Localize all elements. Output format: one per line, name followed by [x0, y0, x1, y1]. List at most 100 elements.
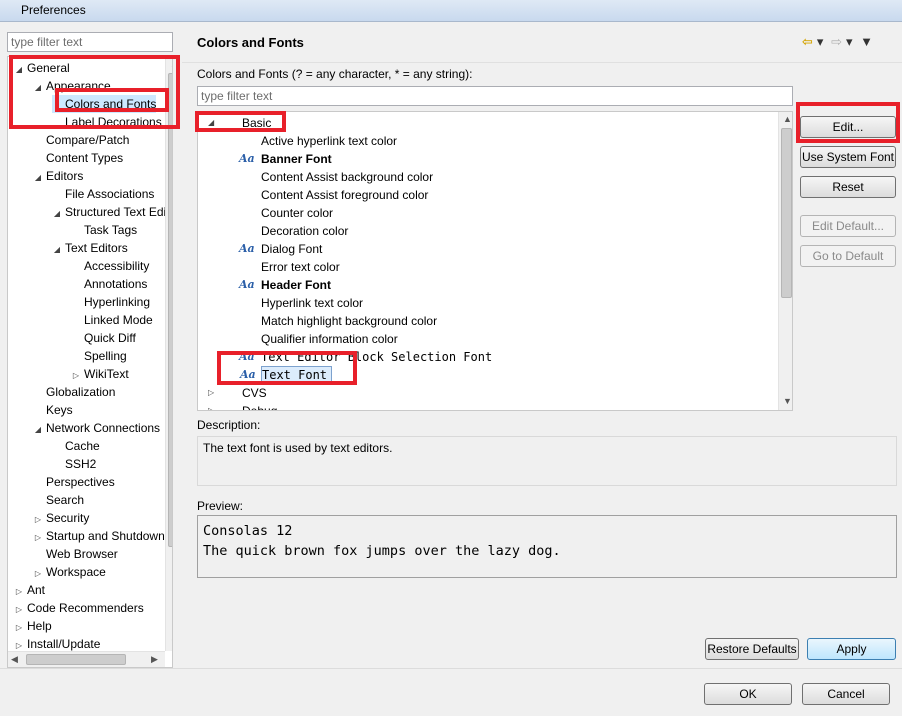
view-menu-icon[interactable]: ▼: [860, 34, 873, 49]
go-to-default-button[interactable]: Go to Default: [800, 245, 896, 267]
scroll-up-icon[interactable]: ▲: [170, 59, 172, 69]
tree-item[interactable]: Compare/Patch: [33, 131, 129, 149]
expanded-arrow-icon[interactable]: ◢: [52, 205, 62, 223]
font-color-item[interactable]: Decoration color: [261, 222, 348, 240]
tree-item[interactable]: ▷ Workspace: [33, 563, 106, 581]
font-color-item[interactable]: ▷ Debug: [208, 402, 277, 410]
tree-item[interactable]: SSH2: [52, 455, 96, 473]
tree-item-label: SSH2: [65, 457, 97, 471]
expanded-arrow-icon[interactable]: ◢: [52, 241, 62, 259]
tree-item[interactable]: Accessibility: [71, 257, 149, 275]
tree-item[interactable]: Content Types: [33, 149, 123, 167]
expanded-arrow-icon[interactable]: ◢: [208, 114, 214, 132]
tree-item[interactable]: Linked Mode: [71, 311, 153, 329]
tree-item[interactable]: Keys: [33, 401, 73, 419]
tree-horizontal-scrollbar[interactable]: ◀ ▶: [8, 651, 165, 667]
scroll-left-icon[interactable]: ◀: [11, 654, 18, 665]
apply-button[interactable]: Apply: [807, 638, 896, 660]
tree-item-label: Quick Diff: [84, 331, 136, 345]
tree-item-label: Security: [46, 511, 90, 525]
collapsed-arrow-icon[interactable]: ▷: [208, 384, 214, 402]
cancel-button[interactable]: Cancel: [802, 683, 890, 705]
tree-item[interactable]: Spelling: [71, 347, 127, 365]
tree-item[interactable]: Quick Diff: [71, 329, 136, 347]
scroll-down-icon[interactable]: ▼: [170, 637, 172, 647]
use-system-font-button[interactable]: Use System Font: [800, 146, 896, 168]
header-divider: [182, 62, 902, 63]
font-color-item[interactable]: Hyperlink text color: [261, 294, 363, 312]
tree-item[interactable]: Colors and Fonts: [52, 95, 157, 113]
tree-item-label: Structured Text Editors: [65, 205, 172, 219]
expanded-arrow-icon[interactable]: ◢: [33, 421, 43, 439]
tree-item-label: Cache: [65, 439, 100, 453]
tree-item[interactable]: Label Decorations: [52, 113, 162, 131]
tree-vscroll-thumb[interactable]: [168, 73, 172, 547]
tree-item[interactable]: ▷ Startup and Shutdown: [33, 527, 165, 545]
font-color-item[interactable]: Content Assist foreground color: [261, 186, 428, 204]
expanded-arrow-icon[interactable]: ◢: [33, 79, 43, 97]
tree-item[interactable]: ◢ General: [14, 59, 70, 77]
tree-item[interactable]: ◢ Editors: [33, 167, 83, 185]
forward-arrow-icon[interactable]: ⇨: [831, 34, 842, 49]
list-scroll-down-icon[interactable]: ▼: [783, 396, 792, 406]
collapsed-arrow-icon[interactable]: ▷: [208, 402, 214, 410]
tree-vertical-scrollbar[interactable]: ▲ ▼: [165, 57, 172, 651]
font-color-item[interactable]: Match highlight background color: [261, 312, 437, 330]
list-vscroll-thumb[interactable]: [781, 128, 792, 298]
description-text: The text font is used by text editors.: [203, 441, 393, 455]
tree-item[interactable]: Hyperlinking: [71, 293, 150, 311]
tree-item[interactable]: ▷ Code Recommenders: [14, 599, 144, 617]
description-box: The text font is used by text editors.: [197, 436, 897, 486]
font-color-item[interactable]: ◢ Basic: [208, 114, 271, 132]
tree-item-label: File Associations: [65, 187, 155, 201]
edit-default-button[interactable]: Edit Default...: [800, 215, 896, 237]
tree-filter-input[interactable]: [7, 32, 173, 52]
tree-item-label: Perspectives: [46, 475, 115, 489]
font-color-item[interactable]: ▷ CVS: [208, 384, 267, 402]
reset-button[interactable]: Reset: [800, 176, 896, 198]
list-vertical-scrollbar[interactable]: ▲ ▼: [778, 112, 792, 410]
tree-item[interactable]: Globalization: [33, 383, 115, 401]
font-color-item-label: Counter color: [261, 206, 334, 220]
tree-item[interactable]: ▷ Security: [33, 509, 89, 527]
tree-item[interactable]: Perspectives: [33, 473, 115, 491]
font-color-item[interactable]: Aa Banner Font: [239, 150, 332, 168]
font-color-item[interactable]: Active hyperlink text color: [261, 132, 397, 150]
tree-item[interactable]: ▷ WikiText: [71, 365, 129, 383]
back-dropdown-icon[interactable]: ▾: [817, 34, 824, 49]
tree-hscroll-thumb[interactable]: [26, 654, 126, 665]
restore-defaults-button[interactable]: Restore Defaults: [705, 638, 799, 660]
edit-button[interactable]: Edit...: [800, 116, 896, 138]
font-color-item[interactable]: Aa Text Font: [240, 366, 333, 384]
list-scroll-up-icon[interactable]: ▲: [783, 114, 792, 124]
back-arrow-icon[interactable]: ⇦: [802, 34, 813, 49]
font-color-item[interactable]: Error text color: [261, 258, 340, 276]
tree-item[interactable]: Cache: [52, 437, 100, 455]
tree-item[interactable]: Task Tags: [71, 221, 137, 239]
fonts-filter-input[interactable]: [197, 86, 793, 106]
tree-item[interactable]: Search: [33, 491, 84, 509]
ok-button[interactable]: OK: [704, 683, 792, 705]
tree-item[interactable]: Web Browser: [33, 545, 118, 563]
forward-dropdown-icon[interactable]: ▾: [846, 34, 853, 49]
expanded-arrow-icon[interactable]: ◢: [14, 61, 24, 79]
tree-item[interactable]: ▷ Ant: [14, 581, 45, 599]
font-color-item[interactable]: Content Assist background color: [261, 168, 433, 186]
expanded-arrow-icon[interactable]: ◢: [33, 169, 43, 187]
font-color-item[interactable]: Aa Dialog Font: [239, 240, 322, 258]
tree-item[interactable]: ◢ Appearance: [33, 77, 111, 95]
font-color-item[interactable]: Qualifier information color: [261, 330, 398, 348]
scroll-right-icon[interactable]: ▶: [151, 654, 158, 665]
tree-item[interactable]: ▷ Help: [14, 617, 52, 635]
tree-item[interactable]: ◢Structured Text Editors: [52, 203, 172, 223]
tree-item[interactable]: Annotations: [71, 275, 147, 293]
tree-item[interactable]: ◢ Text Editors: [52, 239, 128, 257]
font-color-item[interactable]: Aa Header Font: [239, 276, 331, 294]
tree-item[interactable]: File Associations: [52, 185, 154, 203]
tree-item-label: Spelling: [84, 349, 127, 363]
tree-item-label: Compare/Patch: [46, 133, 130, 147]
font-color-item[interactable]: Counter color: [261, 204, 333, 222]
tree-item-label: Annotations: [84, 277, 148, 291]
font-color-item[interactable]: Aa Text Editor Block Selection Font: [239, 348, 492, 366]
tree-item[interactable]: ◢ Network Connections: [33, 419, 160, 437]
